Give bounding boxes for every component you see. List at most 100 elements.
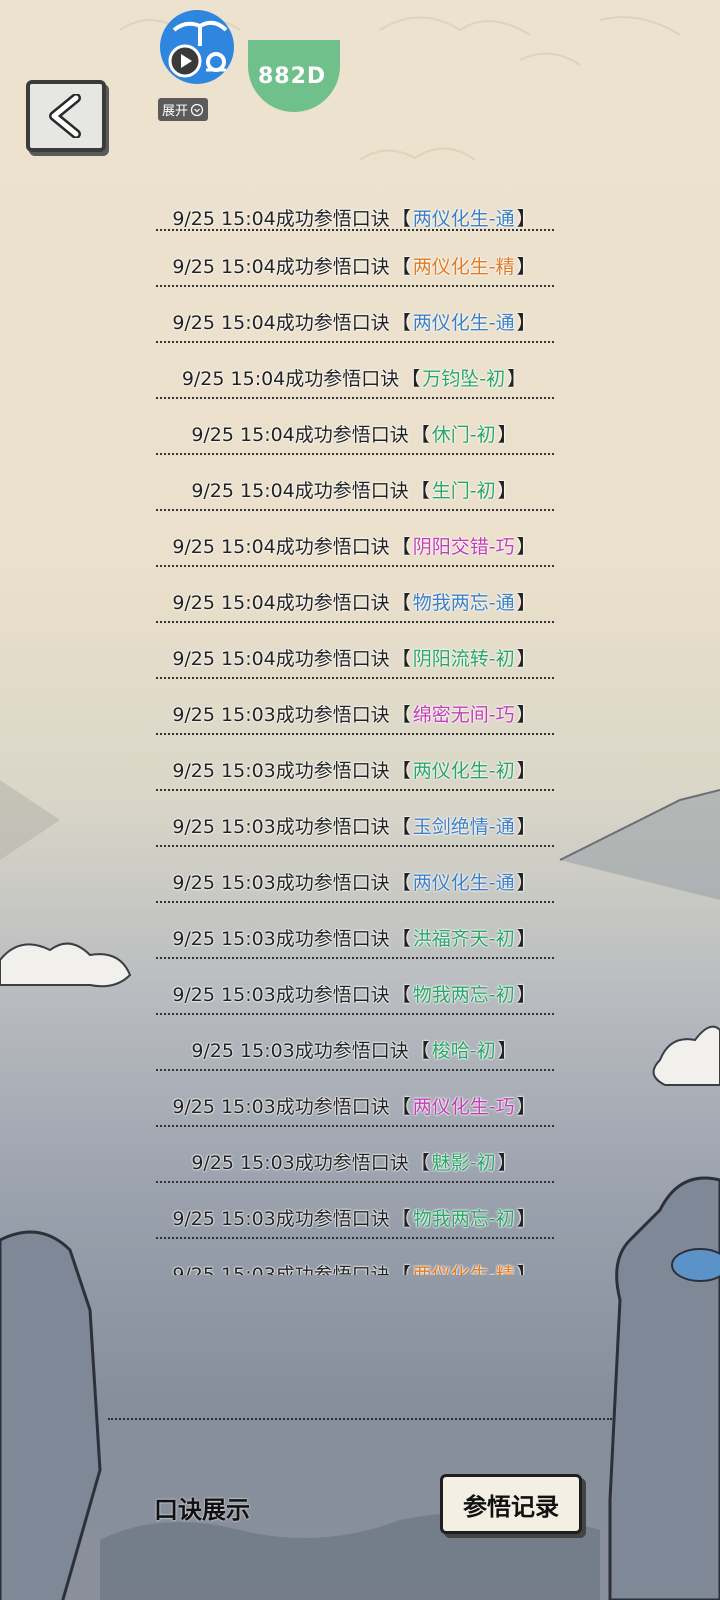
record-row: 9/25 15:03成功参悟口诀【物我两忘-初】 (150, 965, 560, 1021)
record-formula-name: 洪福齐天-初 (412, 927, 515, 950)
record-bracket-close: 】 (497, 1151, 517, 1174)
record-row: 9/25 15:03成功参悟口诀【绵密无间-巧】 (150, 685, 560, 741)
record-prefix: 9/25 15:04成功参悟口诀 (172, 311, 390, 334)
record-row: 9/25 15:03成功参悟口诀【魅影-初】 (150, 1133, 560, 1189)
record-row: 9/25 15:04成功参悟口诀【阴阳交错-巧】 (150, 517, 560, 573)
record-bracket-open: 【 (391, 1095, 411, 1118)
tab-formula-display[interactable]: 口诀展示 (154, 1490, 250, 1525)
record-bracket-open: 【 (391, 255, 411, 278)
record-formula-name: 绵密无间-巧 (412, 703, 515, 726)
record-row: 9/25 15:03成功参悟口诀【两仪化生-初】 (150, 741, 560, 797)
record-bracket-close: 】 (507, 367, 527, 390)
record-bracket-open: 【 (391, 1207, 411, 1230)
record-bracket-close: 】 (516, 647, 536, 670)
record-bracket-close: 】 (497, 479, 517, 502)
record-bracket-close: 】 (516, 1207, 536, 1230)
record-formula-name: 万钧坠-初 (422, 367, 506, 390)
record-prefix: 9/25 15:03成功参悟口诀 (172, 871, 390, 894)
back-button[interactable] (26, 80, 106, 152)
record-row: 9/25 15:04成功参悟口诀【万钧坠-初】 (150, 349, 560, 405)
record-row: 9/25 15:04成功参悟口诀【生门-初】 (150, 461, 560, 517)
record-prefix: 9/25 15:04成功参悟口诀 (172, 647, 390, 670)
record-formula-name: 物我两忘-通 (412, 591, 515, 614)
record-row: 9/25 15:04成功参悟口诀【两仪化生-精】 (150, 237, 560, 293)
record-formula-name: 物我两忘-初 (412, 1207, 515, 1230)
record-bracket-close: 】 (516, 759, 536, 782)
record-bracket-open: 【 (391, 759, 411, 782)
record-prefix: 9/25 15:04成功参悟口诀 (172, 208, 390, 230)
record-bracket-close: 】 (516, 927, 536, 950)
record-bracket-open: 【 (391, 1263, 411, 1276)
record-row: 9/25 15:04成功参悟口诀【休门-初】 (150, 405, 560, 461)
record-bracket-open: 【 (391, 208, 411, 230)
record-formula-name: 两仪化生-通 (412, 311, 515, 334)
record-formula-name: 物我两忘-初 (412, 983, 515, 1006)
record-bracket-open: 【 (391, 535, 411, 558)
record-prefix: 9/25 15:03成功参悟口诀 (191, 1151, 409, 1174)
record-row: 9/25 15:03成功参悟口诀【物我两忘-初】 (150, 1189, 560, 1245)
record-formula-name: 魅影-初 (431, 1151, 496, 1174)
record-formula-name: 两仪化生-通 (412, 871, 515, 894)
record-formula-name: 休门-初 (431, 423, 496, 446)
record-prefix: 9/25 15:04成功参悟口诀 (191, 479, 409, 502)
record-bracket-open: 【 (410, 479, 430, 502)
record-prefix: 9/25 15:03成功参悟口诀 (172, 983, 390, 1006)
record-prefix: 9/25 15:03成功参悟口诀 (172, 927, 390, 950)
record-bracket-open: 【 (401, 367, 421, 390)
record-row: 9/25 15:03成功参悟口诀【玉剑绝情-通】 (150, 797, 560, 853)
record-formula-name: 两仪化生-通 (412, 208, 515, 230)
record-bracket-close: 】 (516, 703, 536, 726)
expand-label: 展开 (162, 104, 189, 119)
record-formula-name: 两仪化生-精 (412, 1263, 515, 1276)
record-bracket-close: 】 (516, 591, 536, 614)
record-bracket-open: 【 (391, 927, 411, 950)
record-bracket-close: 】 (497, 423, 517, 446)
record-bracket-close: 】 (516, 208, 536, 230)
record-bracket-close: 】 (516, 871, 536, 894)
record-bracket-open: 【 (391, 311, 411, 334)
record-bracket-open: 【 (391, 983, 411, 1006)
record-bracket-close: 】 (516, 311, 536, 334)
record-formula-name: 生门-初 (431, 479, 496, 502)
record-bracket-close: 】 (516, 1095, 536, 1118)
record-prefix: 9/25 15:04成功参悟口诀 (172, 535, 390, 558)
record-prefix: 9/25 15:03成功参悟口诀 (172, 703, 390, 726)
record-prefix: 9/25 15:03成功参悟口诀 (191, 1039, 409, 1062)
record-formula-name: 两仪化生-初 (412, 759, 515, 782)
avatar[interactable] (160, 10, 234, 84)
expand-button[interactable]: 展开 (158, 98, 209, 121)
record-bracket-open: 【 (391, 871, 411, 894)
record-bracket-open: 【 (410, 1039, 430, 1062)
record-prefix: 9/25 15:03成功参悟口诀 (172, 759, 390, 782)
chevron-left-icon (49, 94, 81, 138)
record-bracket-open: 【 (391, 815, 411, 838)
record-bracket-open: 【 (410, 423, 430, 446)
record-row: 9/25 15:03成功参悟口诀【两仪化生-精】 (150, 1245, 560, 1276)
record-row: 9/25 15:03成功参悟口诀【两仪化生-巧】 (150, 1077, 560, 1133)
record-prefix: 9/25 15:03成功参悟口诀 (172, 1095, 390, 1118)
record-row: 9/25 15:04成功参悟口诀【阴阳流转-初】 (150, 629, 560, 685)
record-bracket-close: 】 (516, 815, 536, 838)
record-bracket-open: 【 (410, 1151, 430, 1174)
record-formula-name: 梭哈-初 (431, 1039, 496, 1062)
chevron-down-circle-icon (190, 103, 204, 116)
record-prefix: 9/25 15:03成功参悟口诀 (172, 815, 390, 838)
play-icon[interactable] (168, 44, 202, 78)
record-row: 9/25 15:04成功参悟口诀【两仪化生-通】 (150, 293, 560, 349)
record-prefix: 9/25 15:03成功参悟口诀 (172, 1263, 390, 1276)
record-bracket-close: 】 (516, 535, 536, 558)
record-bracket-close: 】 (516, 255, 536, 278)
record-bracket-close: 】 (497, 1039, 517, 1062)
record-prefix: 9/25 15:04成功参悟口诀 (172, 591, 390, 614)
record-formula-name: 阴阳交错-巧 (412, 535, 515, 558)
record-formula-name: 玉剑绝情-通 (412, 815, 515, 838)
record-bracket-open: 【 (391, 647, 411, 670)
currency-orb-text: 882D (258, 64, 327, 89)
record-row: 9/25 15:04成功参悟口诀【两仪化生-通】 (150, 205, 560, 237)
record-list[interactable]: 9/25 15:04成功参悟口诀【两仪化生-通】 9/25 15:04成功参悟口诀… (150, 205, 560, 1275)
tab-comprehension-records[interactable]: 参悟记录 (440, 1474, 582, 1534)
record-formula-name: 阴阳流转-初 (412, 647, 515, 670)
record-bracket-close: 】 (516, 1263, 536, 1276)
record-formula-name: 两仪化生-巧 (412, 1095, 515, 1118)
record-bracket-open: 【 (391, 703, 411, 726)
